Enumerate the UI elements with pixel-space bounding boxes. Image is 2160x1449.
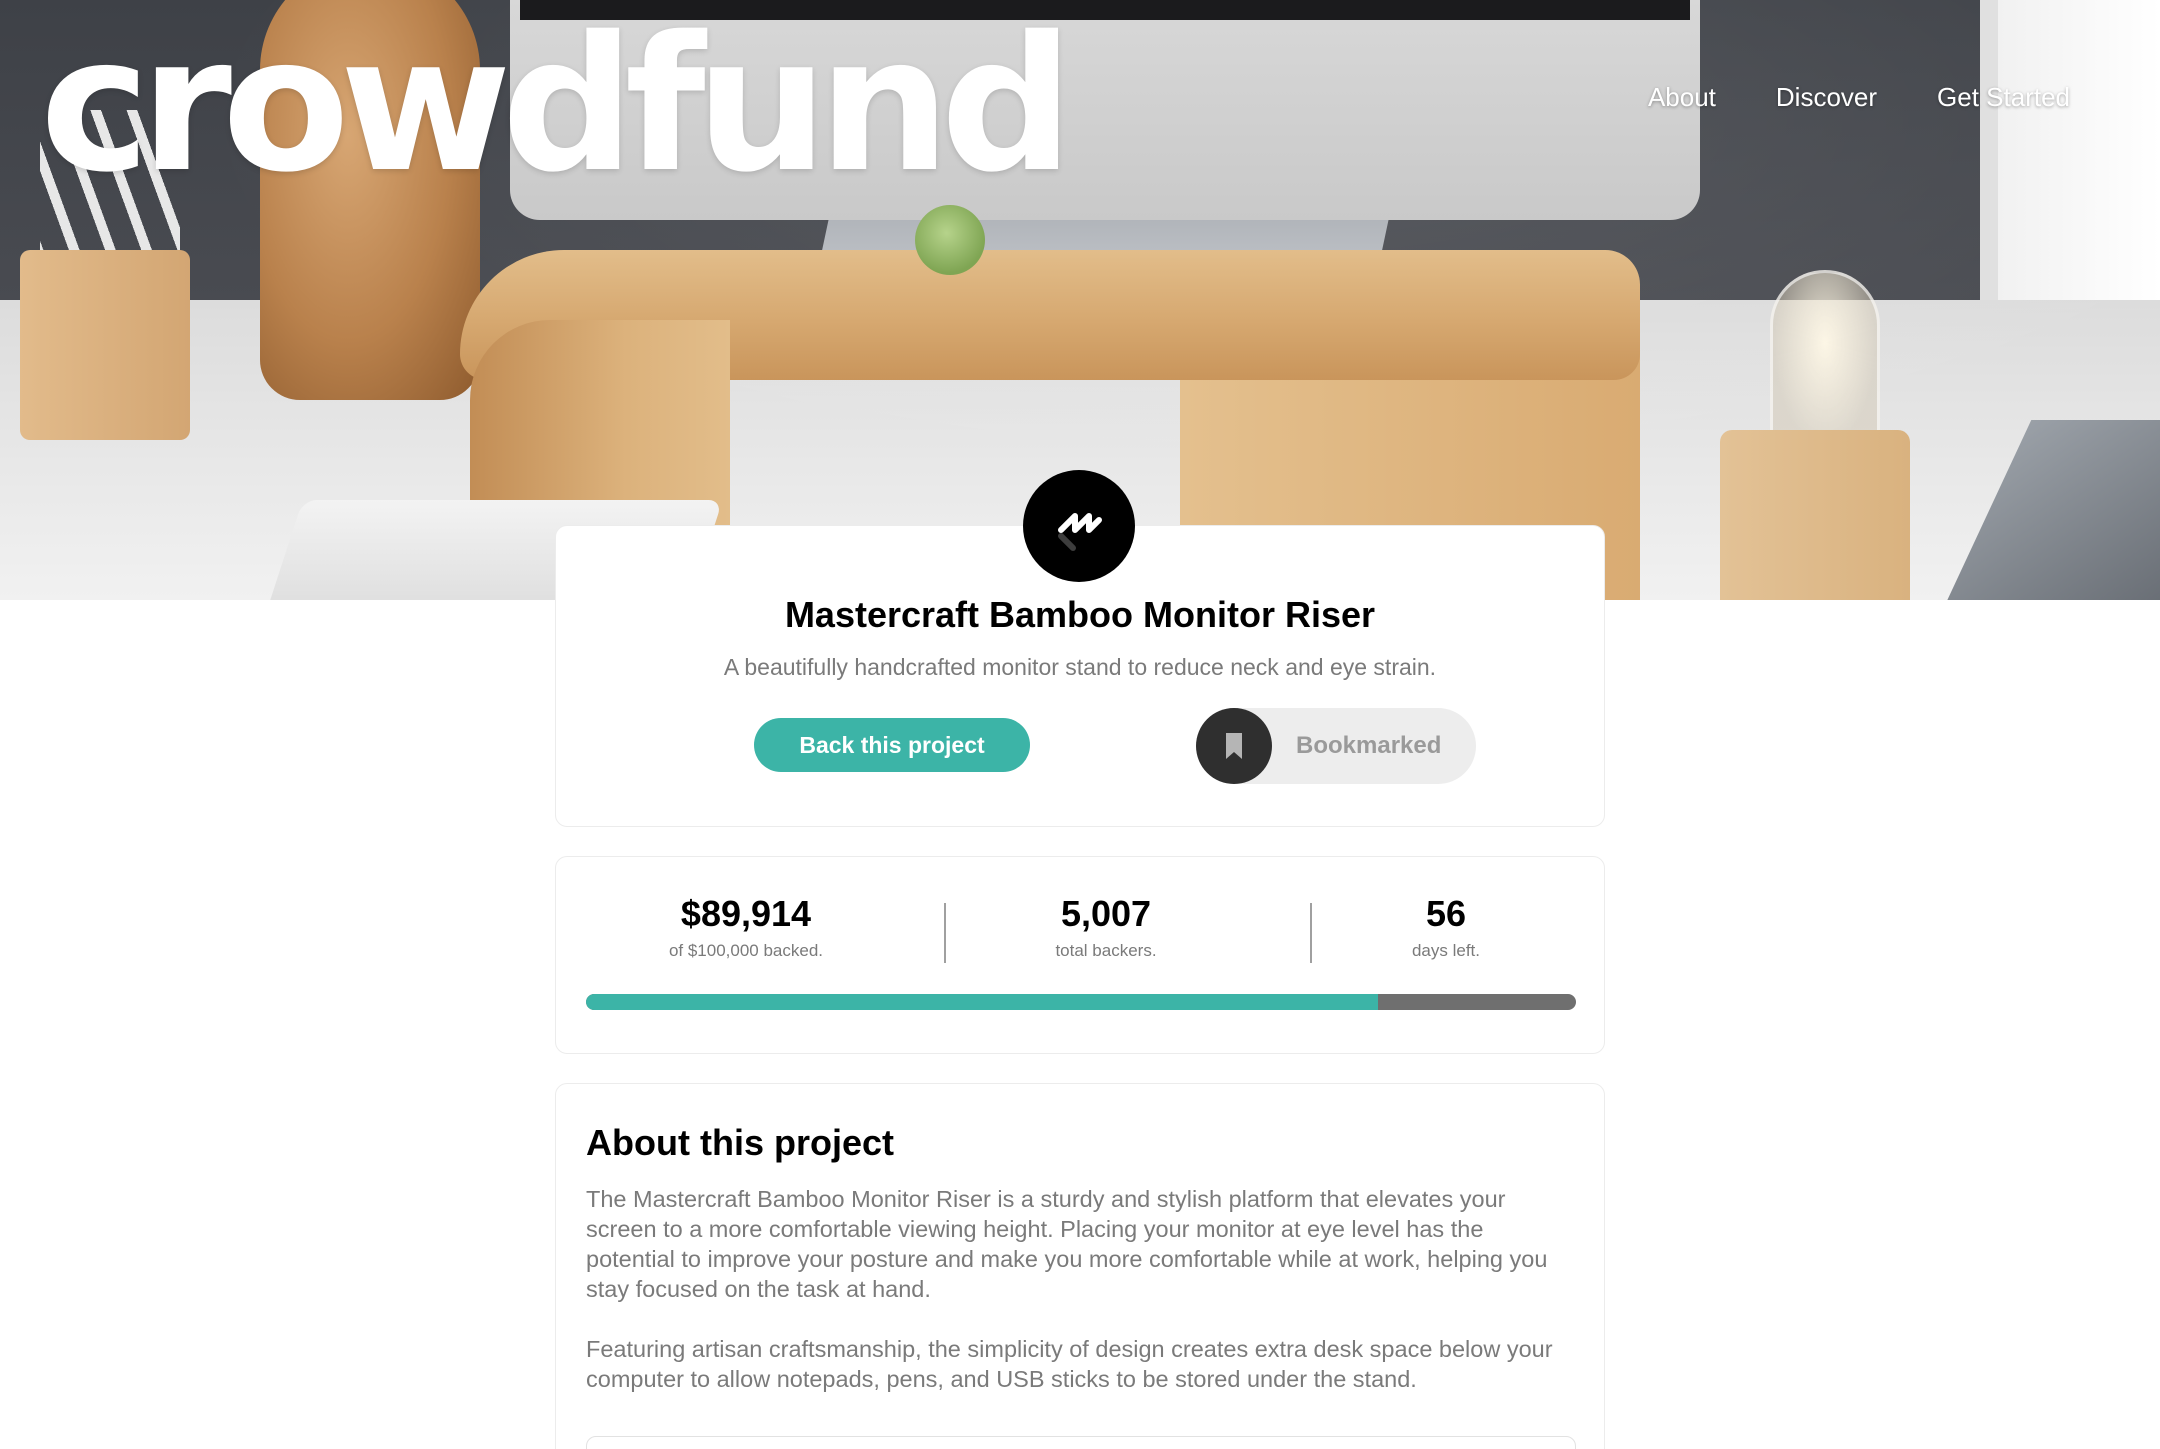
stat-backed: $89,914 of $100,000 backed. bbox=[616, 893, 876, 961]
backers-caption: total backers. bbox=[1055, 941, 1157, 960]
pledge-card bbox=[586, 1436, 1576, 1449]
project-title: Mastercraft Bamboo Monitor Riser bbox=[784, 594, 1376, 635]
about-card: About this project The Mastercraft Bambo… bbox=[555, 1083, 1605, 1449]
bookmark-button[interactable]: Bookmarked bbox=[1196, 708, 1476, 784]
nav-link-get-started[interactable]: Get Started bbox=[1937, 82, 2070, 113]
stat-days-left: 56 days left. bbox=[1386, 893, 1506, 961]
backed-amount: $89,914 bbox=[680, 893, 812, 934]
mastercraft-logo-icon bbox=[1023, 470, 1135, 582]
backers-count: 5,007 bbox=[1060, 893, 1152, 934]
stat-divider bbox=[944, 903, 946, 963]
nav-link-about[interactable]: About bbox=[1648, 82, 1716, 113]
nav-link-discover[interactable]: Discover bbox=[1776, 82, 1877, 113]
about-paragraph: The Mastercraft Bamboo Monitor Riser is … bbox=[586, 1186, 1548, 1302]
bookmark-icon bbox=[1196, 708, 1272, 784]
funding-progress-bar bbox=[586, 994, 1576, 1010]
stats-card: $89,914 of $100,000 backed. 5,007 total … bbox=[555, 856, 1605, 1054]
backed-caption: of $100,000 backed. bbox=[668, 941, 824, 960]
project-description: A beautifully handcrafted monitor stand … bbox=[723, 654, 1437, 680]
back-project-button[interactable]: Back this project bbox=[754, 718, 1030, 772]
days-left-value: 56 bbox=[1425, 893, 1467, 934]
bookmark-label: Bookmarked bbox=[1296, 732, 1442, 759]
days-left-caption: days left. bbox=[1411, 941, 1481, 960]
stat-backers: 5,007 total backers. bbox=[976, 893, 1236, 961]
about-title: About this project bbox=[586, 1122, 894, 1163]
page: crowdfund About Discover Get Started Mas… bbox=[0, 0, 2160, 1449]
funding-progress-fill bbox=[586, 994, 1378, 1010]
brand-logo[interactable]: crowdfund bbox=[40, 12, 1074, 198]
stat-divider bbox=[1310, 903, 1312, 963]
about-paragraph: Featuring artisan craftsmanship, the sim… bbox=[586, 1336, 1553, 1392]
main-nav: About Discover Get Started bbox=[1648, 82, 2070, 113]
